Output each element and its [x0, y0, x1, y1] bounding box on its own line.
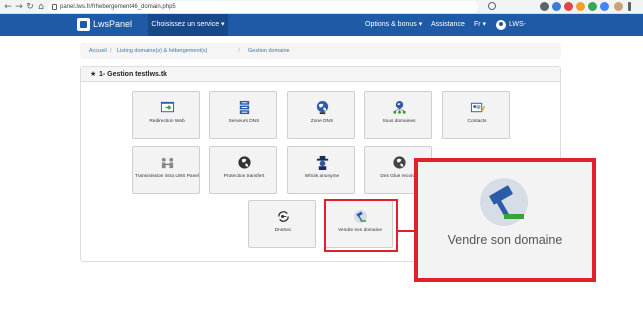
extension-icon[interactable] [540, 2, 549, 11]
breadcrumb-separator: / [110, 48, 112, 54]
tile-serveurs-dns[interactable]: Serveurs DNS [209, 91, 277, 139]
globe-icon [316, 100, 329, 115]
tile-whois-anonyme[interactable]: Whois anonyme [287, 146, 355, 194]
extension-icon[interactable] [600, 2, 609, 11]
user-menu[interactable]: LWS- [509, 14, 526, 36]
top-navbar: LwsPanel Choisissez un service ▾ Options… [0, 14, 643, 36]
brand-name[interactable]: LwsPanel [93, 18, 132, 31]
zoom-callout-vendre-son-domaine: Vendre son domaine [414, 158, 596, 282]
home-icon[interactable]: ⌂ [36, 2, 46, 12]
assistance-link[interactable]: Assistance [431, 14, 465, 36]
extension-icon[interactable] [552, 2, 561, 11]
breadcrumb: Accueil / Listing domaine(s) & hébergeme… [80, 43, 561, 59]
lock-icon [52, 4, 57, 10]
breadcrumb-separator: / [238, 48, 240, 54]
tile-label: Sous domaines [382, 119, 416, 124]
redirect-icon [160, 101, 175, 113]
menu-kebab-icon[interactable] [628, 2, 631, 11]
extension-icon[interactable] [588, 2, 597, 11]
gavel-icon [480, 178, 528, 226]
tile-label: Protection transfert [223, 174, 265, 179]
tile-zone-dns[interactable]: Zone DNS [287, 91, 355, 139]
lws-logo-icon[interactable] [77, 18, 90, 31]
tile-contacts[interactable]: Contacts [442, 91, 510, 139]
tile-dnssec[interactable]: DnsSec [248, 200, 316, 248]
key-refresh-icon [278, 211, 289, 222]
subdomain-globe-icon [393, 100, 406, 114]
extension-icon[interactable] [564, 2, 573, 11]
tile-label: DnsSec [274, 228, 292, 233]
url-text: panel.lws.fr/frhebergement46_domain.php5 [60, 4, 176, 10]
tile-label: Contacts [467, 119, 487, 124]
panel-heading: ★ 1- Gestion testlws.tk [81, 67, 560, 82]
tile-redirection-web[interactable]: Redirection Web [132, 91, 200, 139]
breadcrumb-current: Gestion domaine [248, 48, 290, 54]
bookmark-star-icon[interactable] [488, 2, 496, 10]
forward-icon[interactable]: → [14, 2, 24, 12]
breadcrumb-home[interactable]: Accueil [89, 43, 107, 59]
tile-protection-transfert[interactable]: Protection transfert [209, 146, 277, 194]
tile-sous-domaines[interactable]: Sous domaines [364, 91, 432, 139]
page-title: 1- Gestion testlws.tk [99, 71, 168, 78]
highlight-box [324, 199, 398, 252]
tile-label: Transmission intra LWS Panel [135, 174, 199, 179]
tile-label: Serveurs DNS [228, 119, 260, 124]
globe-glue-icon [393, 156, 406, 169]
user-avatar-icon[interactable] [496, 20, 506, 30]
callout-label: Vendre son domaine [447, 233, 563, 247]
contacts-icon [470, 102, 485, 113]
server-icon [239, 100, 250, 115]
reload-icon[interactable]: ↻ [25, 2, 35, 12]
globe-shield-icon [238, 156, 251, 169]
tile-transmission-intra-lws[interactable]: Transmission intra LWS Panel [132, 146, 200, 194]
tile-label: Whois anonyme [304, 174, 340, 179]
language-selector[interactable]: Fr ▾ [474, 14, 486, 36]
anonymous-icon [316, 155, 329, 170]
address-bar[interactable]: panel.lws.fr/frhebergement46_domain.php5 [48, 1, 478, 13]
tile-label: Redirection Web [149, 119, 185, 124]
profile-avatar-icon[interactable] [614, 2, 623, 11]
options-menu[interactable]: Options & bonus ▾ [365, 14, 422, 36]
back-icon[interactable]: ← [3, 2, 13, 12]
browser-toolbar: ← → ↻ ⌂ panel.lws.fr/frhebergement46_dom… [0, 0, 643, 14]
services-dropdown[interactable]: Choisissez un service ▾ [148, 14, 228, 36]
transfer-people-icon [161, 157, 174, 169]
extension-icon[interactable] [576, 2, 585, 11]
breadcrumb-listing[interactable]: Listing domaine(s) & hébergement(s) [117, 43, 208, 59]
tile-label: Zone DNS [310, 119, 334, 124]
star-icon: ★ [90, 70, 97, 78]
